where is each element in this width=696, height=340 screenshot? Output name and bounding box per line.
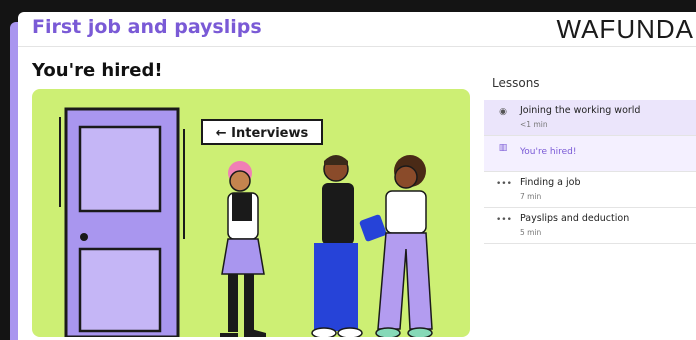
- lesson-illustration: ← Interviews: [32, 89, 470, 337]
- dots-icon: •••: [496, 179, 512, 189]
- lesson-item-joining-the-working-world[interactable]: ◉ Joining the working world <1 min: [484, 100, 696, 136]
- lesson-item-finding-a-job[interactable]: ••• Finding a job 7 min: [484, 172, 696, 208]
- lessons-heading: Lessons: [492, 76, 540, 90]
- lesson-item-duration: 7 min: [520, 192, 542, 201]
- person-with-folder: [359, 155, 433, 337]
- lesson-item-title: Finding a job: [520, 177, 581, 188]
- lessons-panel: Lessons ◉ Joining the working world <1 m…: [484, 67, 696, 340]
- lesson-item-title: Payslips and deduction: [520, 213, 630, 224]
- dots-icon: •••: [496, 215, 512, 225]
- lesson-title: You're hired!: [32, 60, 163, 81]
- sign-label: ← Interviews: [216, 126, 309, 141]
- app-window: First job and payslips WAFUNDA You're hi…: [18, 12, 696, 340]
- lesson-item-duration: 5 min: [520, 228, 542, 237]
- lesson-item-duration: <1 min: [520, 120, 548, 129]
- interviews-sign: ← Interviews: [201, 119, 323, 145]
- door-illustration: [59, 107, 185, 337]
- lesson-item-payslips-and-deduction[interactable]: ••• Payslips and deduction 5 min: [484, 208, 696, 244]
- eye-icon: ◉: [499, 107, 507, 117]
- illustration-svg: ← Interviews: [59, 107, 433, 337]
- lesson-item-youre-hired[interactable]: ▥ You're hired!: [484, 136, 696, 172]
- brand-logo[interactable]: WAFUNDA: [557, 14, 694, 45]
- person-with-tablet: [220, 161, 266, 337]
- lesson-item-title: Joining the working world: [520, 105, 641, 116]
- person-in-black-shirt: [311, 155, 363, 337]
- course-title: First job and payslips: [32, 16, 262, 38]
- lesson-item-title: You're hired!: [520, 147, 577, 157]
- book-icon: ▥: [498, 143, 508, 153]
- header: First job and payslips WAFUNDA: [18, 12, 696, 47]
